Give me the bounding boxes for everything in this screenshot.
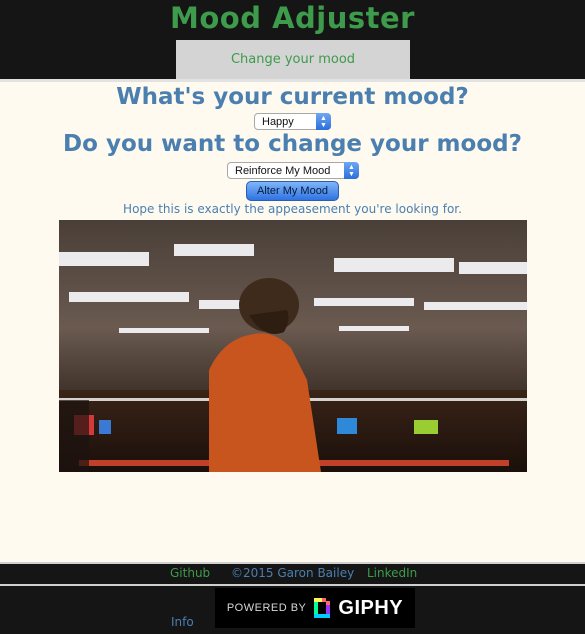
alter-mood-button[interactable]: Alter My Mood [246, 181, 339, 201]
change-mood-heading: Do you want to change your mood? [63, 131, 522, 157]
current-mood-select[interactable]: Happy ▲ ▼ [254, 113, 331, 130]
change-mood-value: Reinforce My Mood [235, 164, 331, 177]
info-link[interactable]: Info [171, 615, 194, 629]
select-arrows-icon: ▲ ▼ [316, 113, 331, 130]
site-title[interactable]: Mood Adjuster [0, 1, 585, 35]
current-mood-value: Happy [262, 115, 294, 128]
result-message: Hope this is exactly the appeasement you… [123, 202, 462, 216]
bowling-alley-scene-image [59, 220, 527, 472]
change-mood-select[interactable]: Reinforce My Mood ▲ ▼ [227, 162, 359, 179]
current-mood-heading: What's your current mood? [116, 84, 469, 110]
tab-change-your-mood[interactable]: Change your mood [176, 40, 410, 79]
copyright-text: ©2015 Garon Bailey [231, 566, 355, 580]
giphy-wordmark: GIPHY [338, 596, 404, 619]
powered-by-text: POWERED BY [226, 602, 307, 614]
powered-by-giphy-badge[interactable]: POWERED BY GIPHY [215, 588, 415, 628]
select-arrows-icon: ▲ ▼ [344, 162, 359, 179]
github-link[interactable]: Github [170, 566, 210, 580]
header-divider [0, 79, 585, 82]
gif-illustration [59, 220, 527, 472]
linkedin-link[interactable]: LinkedIn [367, 566, 417, 580]
giphy-logo-icon [314, 598, 331, 618]
